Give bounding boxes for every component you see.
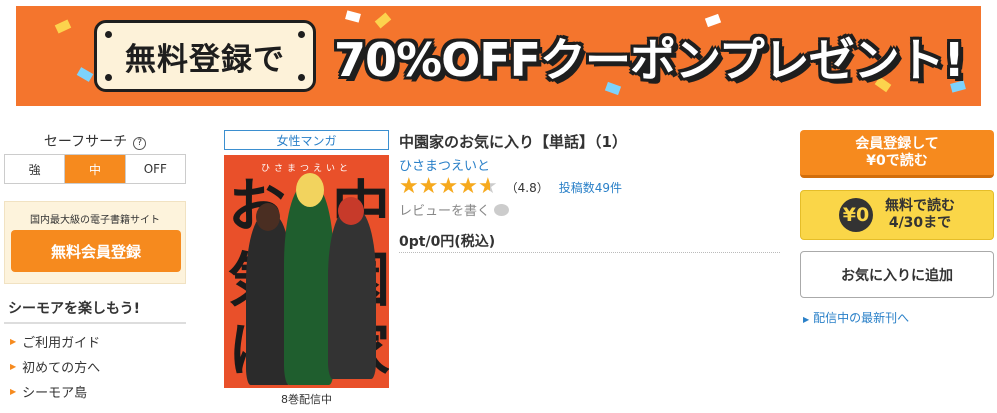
- price: 0pt/0円(税込): [399, 234, 496, 250]
- free-register-button[interactable]: 無料会員登録: [11, 230, 181, 272]
- free-read-button[interactable]: ¥0 無料で読む 4/30まで: [800, 190, 994, 240]
- divider: [399, 252, 780, 253]
- sidebar-heading: シーモアを楽しもう!: [8, 301, 140, 317]
- safe-search-toggle: 強 中 OFF: [4, 154, 186, 184]
- cover-figure: [256, 203, 280, 231]
- add-favorite-button[interactable]: お気に入りに追加: [800, 251, 994, 298]
- write-review-link[interactable]: レビューを書く: [399, 200, 510, 219]
- register-caption: 国内最大級の電子書籍サイト: [30, 215, 160, 226]
- latest-volume-label: 配信中の最新刊へ: [813, 311, 910, 325]
- star-half-icon: ★: [477, 174, 498, 199]
- author-link[interactable]: ひさまつえいと: [399, 155, 490, 174]
- star-icon: ★: [458, 174, 478, 199]
- arrow-right-icon: ▶: [10, 337, 17, 346]
- safe-search-label: セーフサーチ: [43, 134, 128, 150]
- button-line: ¥0で読む: [866, 152, 928, 169]
- triangle-right-icon: ▶: [803, 315, 810, 324]
- safe-search-option-off[interactable]: OFF: [124, 155, 185, 183]
- banner-headline: 70%OFFクーポンプレゼント!: [334, 33, 965, 87]
- button-line: 会員登録して: [855, 135, 939, 152]
- latest-volume-link[interactable]: ▶ 配信中の最新刊へ: [803, 309, 909, 326]
- cover-figure: [296, 173, 324, 207]
- banner-badge: 無料登録で: [94, 20, 316, 92]
- speech-bubble-icon: [494, 203, 510, 216]
- confetti: [76, 67, 94, 82]
- button-line: 無料で読む: [885, 198, 955, 214]
- cover-figure: [338, 197, 364, 225]
- rating-value: （4.8）: [505, 180, 549, 195]
- sidebar-item-label: ご利用ガイド: [22, 336, 101, 351]
- star-icon: ★: [399, 174, 419, 199]
- button-line: 4/30まで: [888, 215, 952, 231]
- banner-badge-text: 無料登録で: [125, 41, 285, 78]
- confetti: [345, 10, 361, 23]
- genre-tag[interactable]: 女性マンガ: [224, 130, 389, 150]
- divider: [4, 322, 186, 324]
- rating-stars: ★ ★ ★ ★ ★ （4.8） 投稿数49件: [399, 176, 622, 198]
- help-icon[interactable]: ?: [133, 136, 147, 150]
- yen-zero-icon: ¥0: [839, 198, 873, 232]
- star-icon: ★: [418, 174, 439, 199]
- book-cover[interactable]: ひさまつえいと お 中 気 園 の に 家: [224, 155, 389, 388]
- register-and-read-button[interactable]: 会員登録して ¥0で読む: [800, 130, 994, 178]
- arrow-right-icon: ▶: [10, 387, 17, 396]
- book-title: 中園家のお気に入り【単話】（1）: [399, 133, 627, 151]
- register-box: 国内最大級の電子書籍サイト 無料会員登録: [4, 201, 186, 284]
- sidebar-item-guide[interactable]: ▶ ご利用ガイド: [10, 332, 100, 351]
- safe-search-title: セーフサーチ?: [4, 131, 186, 151]
- star-icon: ★: [438, 174, 459, 199]
- write-review-label: レビューを書く: [399, 204, 491, 219]
- sidebar-item-beginners[interactable]: ▶ 初めての方へ: [10, 357, 100, 376]
- review-count-link[interactable]: 投稿数49件: [559, 179, 622, 196]
- sidebar-item-label: 初めての方へ: [22, 361, 101, 376]
- arrow-right-icon: ▶: [10, 362, 17, 371]
- safe-search-option-strong[interactable]: 強: [5, 155, 64, 183]
- volumes-available: 8巻配信中: [281, 393, 332, 406]
- promo-banner[interactable]: 無料登録で 70%OFFクーポンプレゼント!: [16, 6, 981, 106]
- confetti: [54, 19, 72, 34]
- safe-search-option-medium[interactable]: 中: [64, 155, 125, 183]
- sidebar-item-label: シーモア島: [22, 386, 88, 401]
- cover-figure: [328, 209, 376, 379]
- sidebar-item-island[interactable]: ▶ シーモア島: [10, 382, 87, 401]
- cover-figure: [284, 185, 334, 385]
